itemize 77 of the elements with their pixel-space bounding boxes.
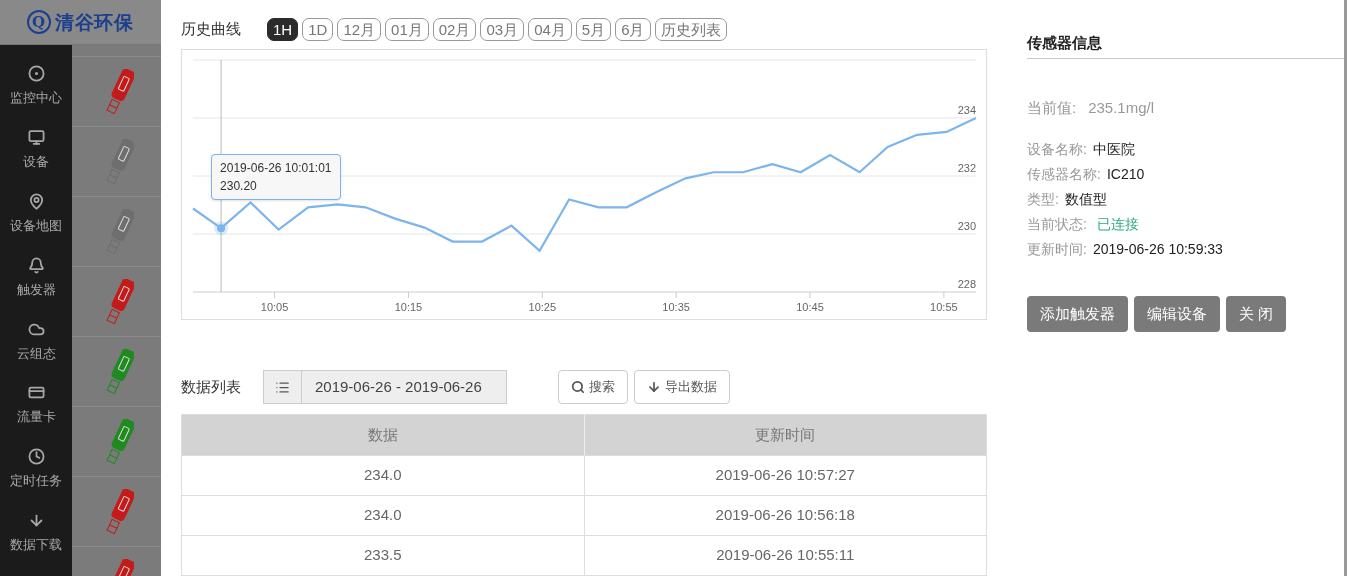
- clock-icon: [27, 448, 45, 466]
- y-tick: 228: [192, 278, 977, 293]
- range-tab[interactable]: 5月: [575, 18, 612, 41]
- range-tab[interactable]: 历史列表: [654, 18, 727, 41]
- sidebar-item[interactable]: 设备: [0, 128, 72, 193]
- status-value: 已连接: [1096, 215, 1139, 234]
- logo-text: 清谷环保: [54, 9, 135, 35]
- field-label: 类型:: [1027, 190, 1059, 209]
- export-button[interactable]: 导出数据: [634, 370, 730, 404]
- panel-title: 传感器信息: [1027, 32, 1344, 59]
- search-icon: [571, 380, 585, 394]
- range-tab[interactable]: 01月: [385, 18, 429, 41]
- sidebar-item[interactable]: 触发器: [0, 256, 72, 321]
- sidebar-item[interactable]: 流量卡: [0, 384, 72, 449]
- field-label: 更新时间:: [1027, 240, 1087, 259]
- field-value: 2019-06-26 10:59:33: [1092, 240, 1223, 259]
- x-tick: 10:25: [528, 291, 557, 313]
- y-tick-label: 232: [957, 162, 976, 174]
- target-icon: [27, 65, 45, 82]
- range-tab[interactable]: 04月: [528, 18, 572, 41]
- range-tab[interactable]: 1H: [267, 18, 299, 41]
- y-tick-label: 234: [957, 104, 976, 116]
- range-tab[interactable]: 12月: [337, 18, 382, 41]
- range-tab[interactable]: 02月: [432, 18, 477, 41]
- sidebar-item[interactable]: 监控中心: [0, 65, 72, 129]
- monitor-icon: [27, 128, 45, 146]
- action-button[interactable]: 添加触发器: [1027, 296, 1128, 332]
- x-tick-label: 10:05: [260, 301, 289, 313]
- sidebar-item[interactable]: 设备地图: [0, 192, 72, 257]
- y-tick-label: 228: [957, 278, 976, 290]
- x-tick: 10:15: [394, 291, 423, 313]
- x-tick-label: 10:25: [528, 301, 557, 313]
- field-value: 数值型: [1064, 190, 1107, 209]
- field-label: 传感器名称:: [1027, 165, 1101, 184]
- x-tick-label: 10:45: [796, 301, 824, 313]
- x-tick-label: 10:35: [662, 301, 690, 313]
- field-label: 设备名称:: [1027, 140, 1087, 159]
- table-cell: 2019-06-26 10:55:11: [583, 536, 986, 575]
- section-title: 历史曲线: [181, 19, 241, 40]
- calendar-icon: [275, 379, 290, 395]
- date-range-field[interactable]: 2019-06-26 - 2019-06-26: [263, 370, 507, 404]
- column-header: 数据: [366, 424, 399, 445]
- x-tick-label: 10:55: [930, 301, 958, 313]
- bell-icon: [27, 256, 45, 274]
- column-header: 更新时间: [583, 415, 986, 455]
- field-value: IC210: [1106, 165, 1145, 184]
- x-tick-label: 10:15: [394, 301, 423, 313]
- table-cell-text: 234.0: [362, 505, 403, 526]
- tooltip-text: 2019-06-26 10:01:01 230.20: [220, 160, 332, 196]
- x-tick: 10:35: [662, 291, 690, 313]
- section-title: 数据列表: [181, 376, 242, 397]
- current-value: 235.1mg/l: [1088, 97, 1155, 118]
- table-cell: 2019-06-26 10:56:18: [583, 496, 986, 535]
- sidebar-item[interactable]: 定时任务: [0, 448, 72, 513]
- range-tab[interactable]: 6月: [615, 18, 651, 41]
- y-tick: 230: [192, 220, 977, 235]
- search-button[interactable]: 搜索: [558, 370, 628, 404]
- logo-mark: Q: [26, 10, 51, 34]
- range-tab[interactable]: 03月: [480, 18, 525, 41]
- table-cell-text: 233.5: [362, 545, 403, 566]
- field-value: 中医院: [1092, 140, 1135, 159]
- action-button[interactable]: 编辑设备: [1134, 296, 1220, 332]
- map-pin-icon: [27, 192, 45, 210]
- range-tab[interactable]: 1D: [302, 18, 334, 41]
- field-label: 当前值:: [1027, 97, 1077, 118]
- y-tick-label: 230: [957, 220, 976, 232]
- field-label: 当前状态:: [1027, 215, 1087, 234]
- table-cell: 2019-06-26 10:57:27: [583, 456, 986, 495]
- hover-point: [214, 221, 229, 236]
- sidebar-item[interactable]: 数据下载: [0, 512, 72, 576]
- x-tick: 10:05: [260, 291, 289, 313]
- table-cell-text: 234.0: [362, 465, 403, 486]
- y-tick: 234: [192, 104, 977, 119]
- sidebar-item[interactable]: 云组态: [0, 320, 72, 385]
- x-tick: 10:55: [930, 291, 958, 313]
- action-button[interactable]: 关 闭: [1226, 296, 1287, 332]
- x-tick: 10:45: [796, 291, 824, 313]
